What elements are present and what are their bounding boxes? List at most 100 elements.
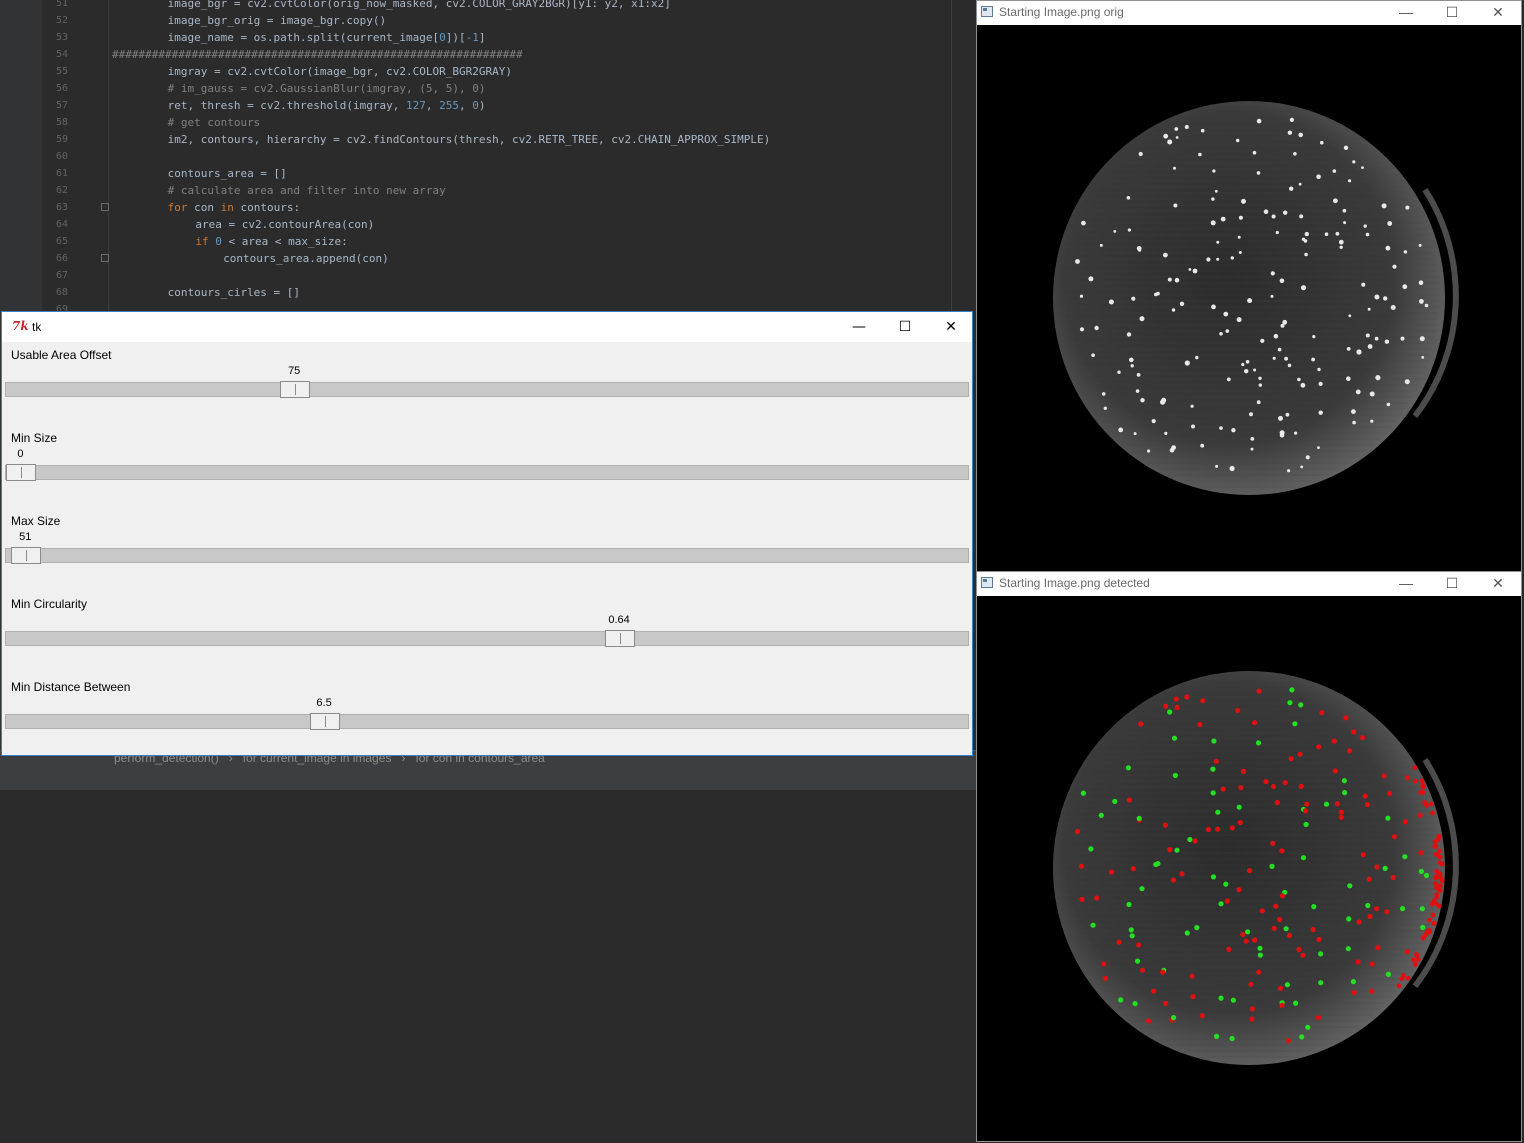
minimize-button[interactable]: — — [836, 312, 882, 342]
code-line[interactable]: 56 # im_gauss = cv2.GaussianBlur(imgray, … — [0, 80, 960, 97]
code-line[interactable]: 61 contours_area = [] — [0, 165, 960, 182]
maximize-button[interactable]: ☐ — [1429, 1, 1475, 25]
detection-dot — [1396, 983, 1402, 989]
slider-thumb[interactable] — [6, 464, 37, 481]
slider-thumb[interactable] — [280, 381, 311, 398]
code-text[interactable]: contours_cirles = [] — [168, 284, 300, 301]
code-text[interactable]: area = cv2.contourArea(con) — [195, 216, 374, 233]
code-line[interactable]: 51 image_bgr = cv2.cvtColor(orig_now_mask… — [0, 0, 960, 12]
code-line[interactable]: 68 contours_cirles = [] — [0, 284, 960, 301]
detection-dot — [1220, 786, 1226, 792]
code-text[interactable]: ########################################… — [112, 46, 523, 63]
code-text[interactable]: ret, thresh = cv2.threshold(imgray, 127,… — [168, 97, 486, 114]
code-line[interactable]: 52 image_bgr_orig = image_bgr.copy() — [0, 12, 960, 29]
code-line[interactable]: 55 imgray = cv2.cvtColor(image_bgr, cv2.C… — [0, 63, 960, 80]
detection-dot — [1215, 809, 1221, 815]
slider-trough[interactable] — [5, 381, 969, 398]
detection-dot — [1410, 957, 1416, 963]
code-text[interactable]: contours_area.append(con) — [223, 250, 389, 267]
colony-dot — [1405, 205, 1410, 210]
detection-dot — [1251, 720, 1258, 726]
code-text[interactable]: im2, contours, hierarchy = cv2.findConto… — [168, 131, 771, 148]
code-line[interactable]: 54 ######################################… — [0, 46, 960, 63]
slider-thumb[interactable] — [605, 630, 636, 647]
detection-dot — [1160, 969, 1166, 975]
colony-dot — [1300, 285, 1307, 291]
detection-dot — [1279, 848, 1285, 854]
colony-dot — [1088, 276, 1094, 282]
detection-dot — [1094, 895, 1100, 901]
detection-dot — [1432, 843, 1438, 849]
detection-dot — [1218, 901, 1224, 907]
detection-dot — [1170, 877, 1177, 883]
code-text[interactable]: for con in contours: — [168, 199, 300, 216]
close-button[interactable]: ✕ — [1475, 1, 1521, 25]
code-text[interactable]: contours_area = [] — [168, 165, 287, 182]
colony-dot — [1171, 445, 1176, 450]
code-text[interactable]: # calculate area and filter into new arr… — [168, 182, 446, 199]
window-title: Starting Image.png detected — [999, 576, 1150, 590]
colony-dot — [1244, 369, 1249, 374]
slider-trough[interactable] — [5, 464, 969, 481]
detection-dot — [1305, 1024, 1311, 1030]
code-text[interactable]: # im_gauss = cv2.GaussianBlur(imgray, (5… — [168, 80, 486, 97]
close-button[interactable]: ✕ — [1475, 572, 1521, 596]
code-line[interactable]: 57 ret, thresh = cv2.threshold(imgray, 12… — [0, 97, 960, 114]
detection-dot — [1385, 971, 1391, 977]
close-button[interactable]: ✕ — [928, 312, 974, 342]
detection-dot — [1088, 846, 1094, 852]
maximize-button[interactable]: ☐ — [1429, 572, 1475, 596]
detection-dot — [1243, 938, 1249, 944]
detection-dot — [1283, 926, 1289, 932]
detection-dot — [1211, 738, 1217, 744]
colony-dot — [1289, 186, 1294, 191]
slider-trough[interactable] — [5, 630, 969, 647]
detection-dot — [1315, 1015, 1322, 1021]
orig-titlebar[interactable]: Starting Image.png orig — ☐ ✕ — [977, 1, 1521, 25]
minimize-button[interactable]: — — [1383, 1, 1429, 25]
colony-dot — [1346, 376, 1351, 382]
colony-dot — [1392, 264, 1397, 269]
code-text[interactable]: imgray = cv2.cvtColor(image_bgr, cv2.COL… — [168, 63, 512, 80]
tk-feather-icon: 7k — [12, 319, 29, 333]
code-line[interactable]: 59 im2, contours, hierarchy = cv2.findCon… — [0, 131, 960, 148]
fold-marker-icon[interactable] — [101, 203, 109, 211]
code-line[interactable]: 67 — [0, 267, 960, 284]
code-text[interactable]: # get contours — [168, 114, 261, 131]
code-text[interactable]: image_bgr_orig = image_bgr.copy() — [168, 12, 387, 29]
colony-dot — [1356, 349, 1362, 355]
code-line[interactable]: 60 — [0, 148, 960, 165]
detected-titlebar[interactable]: Starting Image.png detected — ☐ ✕ — [977, 572, 1521, 596]
slider-trough[interactable] — [5, 547, 969, 564]
fold-marker-icon[interactable] — [101, 254, 109, 262]
colony-dot — [1352, 420, 1356, 425]
detection-dot — [1080, 790, 1086, 796]
code-line[interactable]: 63 for con in contours: — [0, 199, 960, 216]
code-line[interactable]: 64 area = cv2.contourArea(con) — [0, 216, 960, 233]
code-line[interactable]: 65 if 0 < area < max_size: — [0, 233, 960, 250]
minimize-button[interactable]: — — [1383, 572, 1429, 596]
slider-trough[interactable] — [5, 713, 969, 730]
slider-thumb[interactable] — [11, 547, 42, 564]
code-line[interactable]: 58 # get contours — [0, 114, 960, 131]
colony-dot — [1081, 220, 1086, 226]
code-line[interactable]: 62 # calculate area and filter into new a… — [0, 182, 960, 199]
code-text[interactable]: if 0 < area < max_size: — [195, 233, 347, 250]
colony-dot — [1317, 367, 1321, 372]
colony-dot — [1339, 245, 1343, 249]
detection-dot — [1213, 758, 1219, 764]
code-text[interactable]: image_name = os.path.split(current_image… — [168, 29, 486, 46]
code-line[interactable]: 66 contours_area.append(con) — [0, 250, 960, 267]
colony-dot — [1270, 271, 1275, 276]
code-line[interactable]: 53 image_name = os.path.split(current_ima… — [0, 29, 960, 46]
tk-titlebar[interactable]: 7k tk — ☐ ✕ — [2, 312, 972, 342]
colony-dot — [1287, 469, 1291, 473]
detection-dot — [1139, 886, 1145, 892]
detection-dot — [1433, 901, 1439, 907]
colony-dot — [1091, 353, 1095, 358]
detection-dot — [1303, 821, 1309, 828]
maximize-button[interactable]: ☐ — [882, 312, 928, 342]
detection-dot — [1226, 946, 1232, 952]
code-text[interactable]: image_bgr = cv2.cvtColor(orig_now_masked… — [168, 0, 671, 12]
slider-thumb[interactable] — [310, 713, 341, 730]
